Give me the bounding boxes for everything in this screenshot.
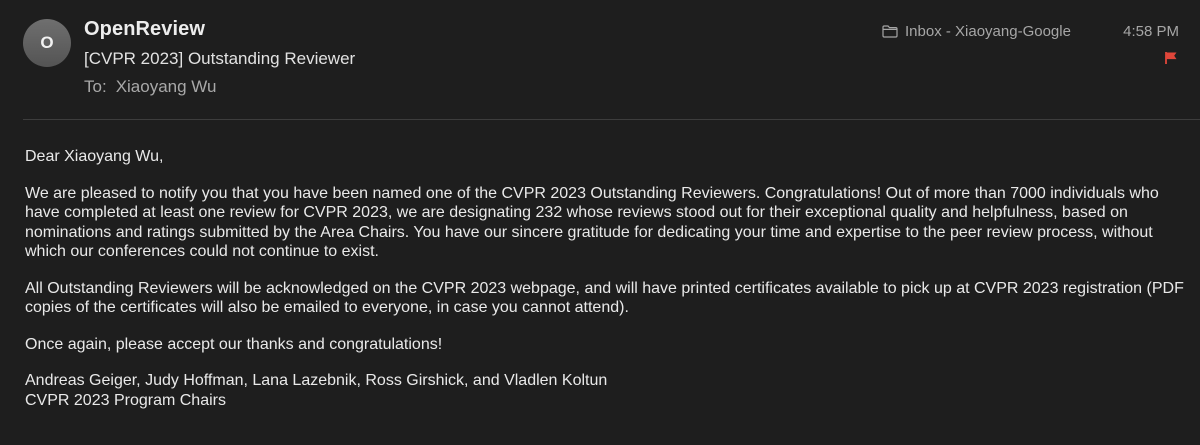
mailbox-location[interactable]: Inbox - Xiaoyang-Google <box>882 23 1071 40</box>
sender-avatar[interactable]: O <box>23 19 71 67</box>
flag-icon[interactable] <box>1164 51 1178 70</box>
signature-title: CVPR 2023 Program Chairs <box>25 391 226 409</box>
avatar-initial: O <box>40 33 54 52</box>
sender-name[interactable]: OpenReview <box>84 18 205 41</box>
mailbox-label: Inbox - Xiaoyang-Google <box>905 23 1071 40</box>
paragraph-acknowledgement: All Outstanding Reviewers will be acknow… <box>25 279 1184 317</box>
signature-names: Andreas Geiger, Judy Hoffman, Lana Lazeb… <box>25 372 608 389</box>
message-header: O OpenReview [CVPR 2023] Outstanding Rev… <box>0 0 1200 119</box>
message-body: Dear Xiaoyang Wu, We are pleased to noti… <box>25 147 1185 410</box>
recipient-line: To: Xiaoyang Wu <box>84 77 217 97</box>
greeting: Dear Xiaoyang Wu, <box>25 148 164 165</box>
recipient-name[interactable]: Xiaoyang Wu <box>116 77 217 96</box>
received-time: 4:58 PM <box>1123 23 1179 40</box>
paragraph-thanks: Once again, please accept our thanks and… <box>25 335 443 353</box>
message-subject: [CVPR 2023] Outstanding Reviewer <box>84 49 356 68</box>
header-divider <box>23 119 1200 120</box>
to-label: To: <box>84 77 107 96</box>
paragraph-announcement: We are pleased to notify you that you ha… <box>25 184 1159 261</box>
folder-icon <box>882 25 898 38</box>
